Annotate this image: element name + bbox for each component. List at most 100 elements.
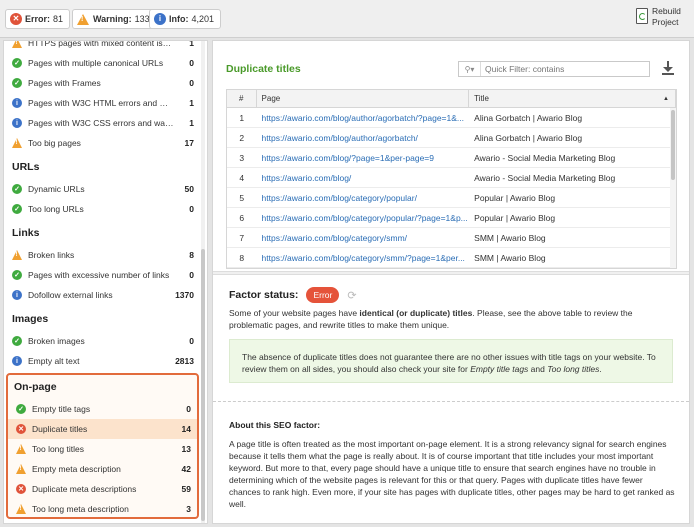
page-url-link[interactable]: https://awario.com/blog/?page=1&per-page… xyxy=(257,148,470,167)
table-scroll-thumb[interactable] xyxy=(671,110,675,180)
factor-label: Pages with W3C HTML errors and warni... xyxy=(28,98,174,108)
factor-count: 17 xyxy=(184,138,194,148)
sidebar-factor-item[interactable]: Too long meta description 3 xyxy=(8,499,197,519)
warning-filter-chip[interactable]: ! Warning: 133 xyxy=(72,9,157,29)
top-toolbar: ✕ Error: 81 ! Warning: 133 i Info: 4,201… xyxy=(0,0,694,38)
sidebar-factor-item[interactable]: i Empty alt text 2813 xyxy=(4,351,200,371)
refresh-icon[interactable]: ⟳ xyxy=(347,289,356,302)
page-title-cell: Awario - Social Media Marketing Blog xyxy=(474,172,616,183)
quick-filter[interactable]: ⚲▾ xyxy=(458,61,650,77)
rebuild-icon xyxy=(636,8,648,24)
duplicate-titles-table: # Page Title ▲ 1 https://awario.com/blog/a… xyxy=(226,89,677,269)
warning-icon xyxy=(16,504,26,514)
table-header: # Page Title ▲ xyxy=(227,90,676,108)
sidebar-factor-item[interactable]: ✓ Pages with Frames 0 xyxy=(4,73,200,93)
warning-icon xyxy=(12,250,22,260)
sidebar-factor-item[interactable]: Too big pages 17 xyxy=(4,133,200,153)
panel-splitter[interactable] xyxy=(213,271,689,275)
page-url-link[interactable]: https://awario.com/blog/category/smm/ xyxy=(257,228,470,247)
info-count: 4,201 xyxy=(191,14,215,24)
factor-label: Dynamic URLs xyxy=(28,184,85,194)
page-url-link[interactable]: https://awario.com/blog/ xyxy=(257,168,470,187)
check-icon: ✓ xyxy=(16,404,26,414)
error-icon: ✕ xyxy=(16,424,26,434)
sidebar-factor-item[interactable]: ✓ Dynamic URLs 50 xyxy=(4,179,200,199)
table-row[interactable]: 2 https://awario.com/blog/author/agorbatc… xyxy=(227,128,676,148)
column-header-page[interactable]: Page xyxy=(257,90,470,107)
row-number: 3 xyxy=(239,152,245,163)
sidebar-factor-item[interactable]: ✓ Broken images 0 xyxy=(4,331,200,351)
sidebar-scroll-thumb[interactable] xyxy=(201,249,205,521)
page-url-link[interactable]: https://awario.com/blog/category/smm/?pa… xyxy=(257,248,470,267)
factors-sidebar: HTTPS pages with mixed content issues 1 ✓ P… xyxy=(3,40,208,524)
factor-count: 0 xyxy=(189,336,194,346)
check-icon: ✓ xyxy=(12,184,22,194)
error-icon: ✕ xyxy=(10,13,22,25)
check-icon: ✓ xyxy=(12,270,22,280)
download-icon[interactable] xyxy=(661,61,675,75)
sidebar-factor-item[interactable]: HTTPS pages with mixed content issues 1 xyxy=(4,40,200,53)
factor-label: HTTPS pages with mixed content issues xyxy=(28,40,174,48)
rebuild-project-button[interactable]: Rebuild Project xyxy=(636,6,686,34)
sidebar-scrollbar[interactable] xyxy=(201,41,205,523)
search-icon[interactable]: ⚲▾ xyxy=(459,62,481,76)
page-title-cell: Popular | Awario Blog xyxy=(474,192,556,203)
sidebar-factor-item[interactable]: Empty meta description 42 xyxy=(8,459,197,479)
factor-count: 2813 xyxy=(175,356,194,366)
info-filter-chip[interactable]: i Info: 4,201 xyxy=(149,9,222,29)
warning-icon xyxy=(12,138,22,148)
factor-status: Factor status: Error ⟳ xyxy=(229,287,357,303)
table-row[interactable]: 1 https://awario.com/blog/author/agorbatc… xyxy=(227,108,676,128)
factor-label: Too big pages xyxy=(28,138,81,148)
page-url-link[interactable]: https://awario.com/blog/category/popular… xyxy=(257,208,470,227)
table-scrollbar[interactable] xyxy=(670,108,676,268)
sort-icon: ▲ xyxy=(663,95,669,102)
info-icon: i xyxy=(12,98,22,108)
sidebar-factor-item[interactable]: ✓ Empty title tags 0 xyxy=(8,399,197,419)
factor-label: Empty title tags xyxy=(32,404,91,414)
sidebar-factor-item[interactable]: ✕ Duplicate meta descriptions 59 xyxy=(8,479,197,499)
table-row[interactable]: 6 https://awario.com/blog/category/popula… xyxy=(227,208,676,228)
sidebar-factor-item[interactable]: ✕ Duplicate titles 14 xyxy=(8,419,197,439)
error-icon: ✕ xyxy=(16,484,26,494)
page-url-link[interactable]: https://awario.com/blog/author/agorbatch… xyxy=(257,128,470,147)
factor-label: Empty meta description xyxy=(32,464,121,474)
page-url-link[interactable]: https://awario.com/blog/category/popular… xyxy=(257,188,470,207)
row-number: 1 xyxy=(239,112,245,123)
warning-icon xyxy=(12,41,22,48)
sidebar-factor-item[interactable]: i Dofollow external links 1370 xyxy=(4,285,200,305)
column-header-number[interactable]: # xyxy=(227,90,257,107)
factor-count: 8 xyxy=(189,250,194,260)
factor-label: Dofollow external links xyxy=(28,290,113,300)
column-header-title[interactable]: Title ▲ xyxy=(469,90,676,107)
page-url-link[interactable]: https://awario.com/blog/author/agorbatch… xyxy=(257,108,470,127)
warning-count: 133 xyxy=(134,14,150,24)
factor-label: Too long titles xyxy=(32,444,84,454)
row-number: 2 xyxy=(239,132,245,143)
factor-count: 0 xyxy=(186,404,191,414)
factor-count: 1 xyxy=(189,40,194,48)
status-badge: Error xyxy=(306,287,340,303)
factor-label: Broken links xyxy=(28,250,75,260)
sidebar-factor-item[interactable]: ✓ Too long URLs 0 xyxy=(4,199,200,219)
factor-count: 1 xyxy=(189,98,194,108)
warning-label: Warning: xyxy=(93,14,132,24)
check-icon: ✓ xyxy=(12,58,22,68)
sidebar-factor-item[interactable]: Too long titles 13 xyxy=(8,439,197,459)
error-filter-chip[interactable]: ✕ Error: 81 xyxy=(5,9,71,29)
sidebar-factor-item[interactable]: Broken links 8 xyxy=(4,245,200,265)
table-row[interactable]: 5 https://awario.com/blog/category/popula… xyxy=(227,188,676,208)
sidebar-factor-item[interactable]: ✓ Pages with multiple canonical URLs 0 xyxy=(4,53,200,73)
table-row[interactable]: 4 https://awario.com/blog/Awario - Social… xyxy=(227,168,676,188)
section-title-onpage: On-page xyxy=(14,381,57,393)
sidebar-factor-item[interactable]: ✓ Pages with excessive number of links 0 xyxy=(4,265,200,285)
rebuild-label-line1: Rebuild xyxy=(652,6,681,16)
table-row[interactable]: 3 https://awario.com/blog/?page=1&per-pag… xyxy=(227,148,676,168)
sidebar-factor-item[interactable]: i Pages with W3C HTML errors and warni...… xyxy=(4,93,200,113)
table-row[interactable]: 8 https://awario.com/blog/category/smm/?p… xyxy=(227,248,676,268)
quick-filter-input[interactable] xyxy=(481,62,649,76)
recommendation-note: The absence of duplicate titles does not… xyxy=(229,339,673,383)
table-row[interactable]: 7 https://awario.com/blog/category/smm/SM… xyxy=(227,228,676,248)
sidebar-factor-item[interactable]: i Pages with W3C CSS errors and warnin...… xyxy=(4,113,200,133)
about-text: A page title is often treated as the mos… xyxy=(229,439,675,509)
